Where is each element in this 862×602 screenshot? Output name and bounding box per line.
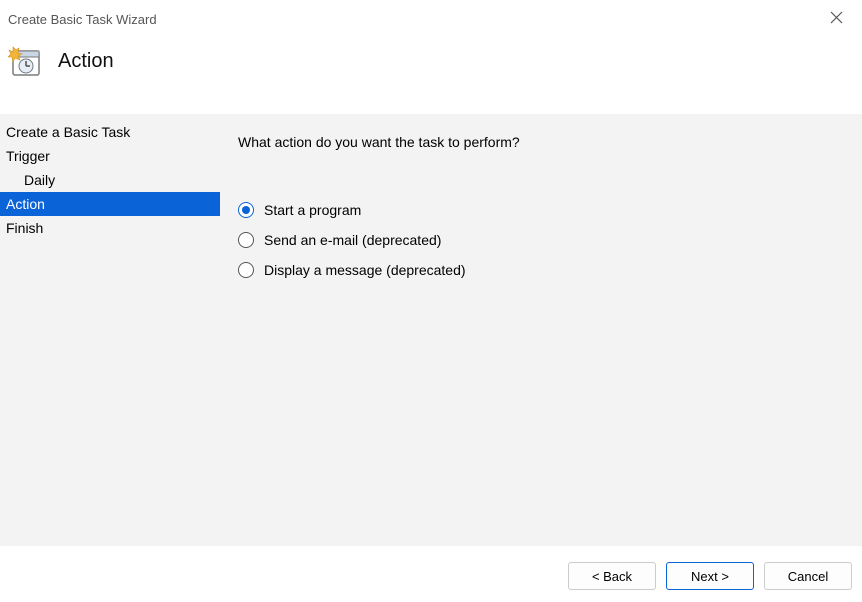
radio-display-message[interactable]: Display a message (deprecated)	[238, 262, 842, 278]
titlebar: Create Basic Task Wizard	[0, 0, 862, 34]
wizard-footer: < Back Next > Cancel	[0, 558, 862, 602]
scheduler-icon	[8, 44, 42, 78]
window-title: Create Basic Task Wizard	[8, 12, 157, 27]
wizard-header: Action	[0, 34, 862, 114]
radio-icon	[238, 262, 254, 278]
radio-icon	[238, 232, 254, 248]
step-finish[interactable]: Finish	[0, 216, 220, 240]
step-create-basic-task[interactable]: Create a Basic Task	[0, 120, 220, 144]
wizard-body: Create a Basic Task Trigger Daily Action…	[0, 114, 862, 546]
action-question: What action do you want the task to perf…	[238, 134, 842, 150]
step-trigger-daily[interactable]: Daily	[0, 168, 220, 192]
close-icon[interactable]	[824, 11, 848, 28]
next-button[interactable]: Next >	[666, 562, 754, 590]
page-title: Action	[58, 50, 114, 73]
radio-label: Display a message (deprecated)	[264, 262, 466, 278]
radio-icon	[238, 202, 254, 218]
back-button[interactable]: < Back	[568, 562, 656, 590]
radio-send-email[interactable]: Send an e-mail (deprecated)	[238, 232, 842, 248]
wizard-content: What action do you want the task to perf…	[220, 114, 862, 546]
cancel-button[interactable]: Cancel	[764, 562, 852, 590]
radio-label: Start a program	[264, 202, 361, 218]
radio-start-program[interactable]: Start a program	[238, 202, 842, 218]
step-action[interactable]: Action	[0, 192, 220, 216]
step-trigger[interactable]: Trigger	[0, 144, 220, 168]
wizard-steps-sidebar: Create a Basic Task Trigger Daily Action…	[0, 114, 220, 546]
radio-label: Send an e-mail (deprecated)	[264, 232, 441, 248]
